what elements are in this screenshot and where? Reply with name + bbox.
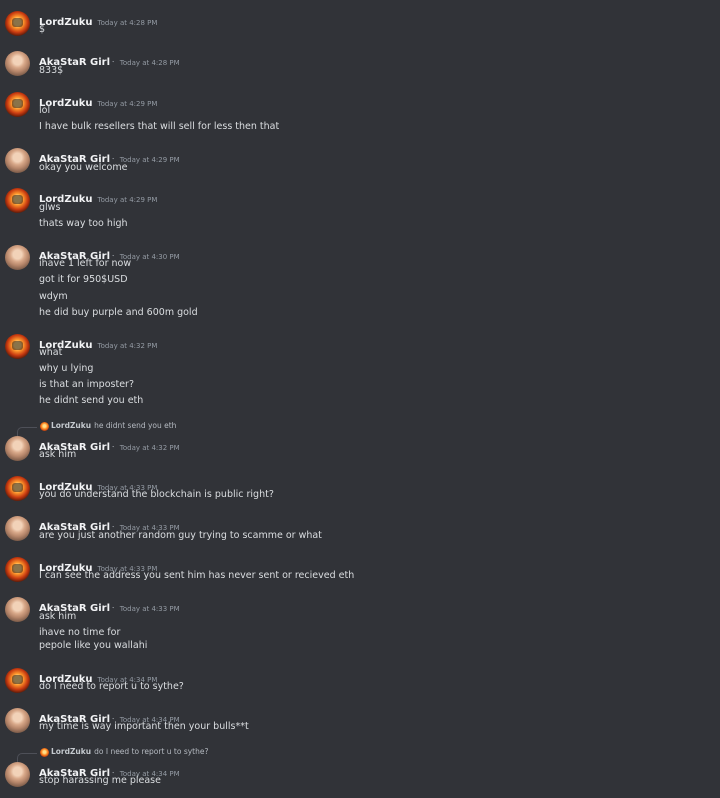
avatar[interactable] [5, 334, 30, 359]
message-header: AkaStaR Girl ˑ Today at 4:30 PM [39, 244, 180, 262]
message-text: thats way too high [39, 218, 128, 229]
timestamp[interactable]: Today at 4:32 PM [120, 444, 180, 452]
avatar[interactable] [5, 245, 30, 270]
timestamp[interactable]: Today at 4:28 PM [120, 59, 180, 67]
author-badge: ˑ [112, 58, 115, 67]
reply-text: he didnt send you eth [94, 421, 177, 430]
message-text: lol [39, 105, 51, 116]
avatar[interactable] [5, 476, 30, 501]
message-header: LordZuku Today at 4:32 PM [39, 333, 157, 351]
message-text: $ [39, 24, 46, 35]
chat-message-list[interactable]: LordZuku Today at 4:28 PM $ AkaStaR Girl ˑ To… [0, 0, 720, 798]
author-badge: ˑ [112, 604, 115, 613]
timestamp[interactable]: Today at 4:32 PM [97, 342, 157, 350]
author-badge: ˑ [112, 443, 115, 452]
reply-avatar [40, 422, 49, 431]
reply-spine [17, 753, 37, 762]
message-header: AkaStaR Girl ˑ Today at 4:28 PM [39, 50, 180, 68]
message-text: stop harassing me please [39, 775, 161, 786]
message-header: AkaStaR Girl ˑ Today at 4:34 PM [39, 761, 180, 779]
avatar[interactable] [5, 188, 30, 213]
avatar[interactable] [5, 597, 30, 622]
message-text: he didnt send you eth [39, 395, 144, 406]
message-text: 833$ [39, 65, 64, 76]
avatar[interactable] [5, 51, 30, 76]
avatar[interactable] [5, 11, 30, 36]
message-header: LordZuku Today at 4:33 PM [39, 475, 157, 493]
reply-author[interactable]: LordZuku [51, 421, 91, 430]
message-text: what [39, 347, 63, 358]
timestamp[interactable]: Today at 4:33 PM [120, 605, 180, 613]
reply-spine [17, 427, 37, 436]
message-header: LordZuku Today at 4:33 PM [39, 556, 157, 574]
timestamp[interactable]: Today at 4:29 PM [97, 100, 157, 108]
avatar[interactable] [5, 148, 30, 173]
message-text: ihave 1 left for now [39, 258, 132, 269]
message-header: AkaStaR Girl ˑ Today at 4:32 PM [39, 435, 180, 453]
message-header: AkaStaR Girl ˑ Today at 4:33 PM [39, 596, 180, 614]
timestamp[interactable]: Today at 4:28 PM [97, 19, 157, 27]
reply-preview[interactable]: LordZuku do I need to report u to sythe? [0, 747, 720, 762]
message-text: ask him [39, 611, 77, 622]
message-text: why u lying [39, 363, 94, 374]
message-header: LordZuku Today at 4:29 PM [39, 187, 157, 205]
message-text: I have bulk resellers that will sell for… [39, 121, 280, 132]
message-header: AkaStaR Girl ˑ Today at 4:33 PM [39, 515, 180, 533]
reply-avatar [40, 748, 49, 757]
author-name[interactable]: LordZuku [39, 17, 92, 28]
message-header: LordZuku Today at 4:28 PM [39, 10, 157, 28]
message-text: my time is way important then your bulls… [39, 721, 249, 732]
message-header: AkaStaR Girl ˑ Today at 4:29 PM [39, 147, 180, 165]
message-header: LordZuku Today at 4:34 PM [39, 667, 157, 685]
avatar[interactable] [5, 436, 30, 461]
message-text: is that an imposter? [39, 379, 134, 390]
message-text: got it for 950$USD [39, 274, 128, 285]
reply-author[interactable]: LordZuku [51, 747, 91, 756]
message-text: wdym [39, 291, 68, 302]
message-text: are you just another random guy trying t… [39, 530, 322, 541]
message-text: you do understand the blockchain is publ… [39, 489, 274, 500]
message-text: pepole like you wallahi [39, 640, 148, 651]
message-header: AkaStaR Girl ˑ Today at 4:34 PM [39, 707, 180, 725]
message-text: ask him [39, 449, 77, 460]
avatar[interactable] [5, 92, 30, 117]
avatar[interactable] [5, 708, 30, 733]
timestamp[interactable]: Today at 4:29 PM [97, 196, 157, 204]
message-header: LordZuku Today at 4:29 PM [39, 91, 157, 109]
message-text: I can see the address you sent him has n… [39, 570, 355, 581]
timestamp[interactable]: Today at 4:29 PM [120, 156, 180, 164]
message-text: he did buy purple and 600m gold [39, 307, 198, 318]
avatar[interactable] [5, 762, 30, 787]
message-text: do I need to report u to sythe? [39, 681, 184, 692]
message-text: okay you welcome [39, 162, 128, 173]
message-text: ihave no time for [39, 627, 121, 638]
avatar[interactable] [5, 557, 30, 582]
message-text: glws [39, 202, 61, 213]
avatar[interactable] [5, 668, 30, 693]
reply-text: do I need to report u to sythe? [94, 747, 209, 756]
reply-preview[interactable]: LordZuku he didnt send you eth [0, 421, 720, 436]
avatar[interactable] [5, 516, 30, 541]
